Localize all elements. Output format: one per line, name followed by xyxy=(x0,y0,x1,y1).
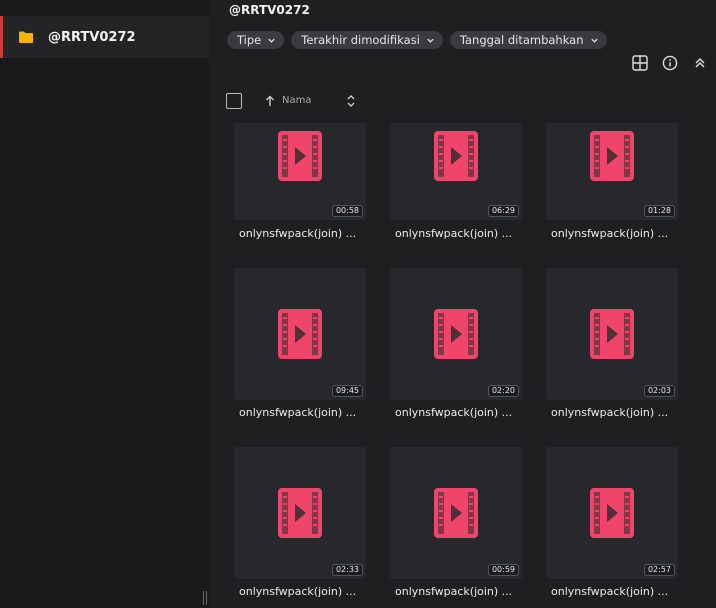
chevron-down-icon xyxy=(427,38,434,43)
video-file-icon xyxy=(434,488,478,538)
filter-modified[interactable]: Terakhir dimodifikasi xyxy=(291,31,443,49)
file-name[interactable]: onlynsfwpack(join) ... xyxy=(395,585,512,598)
file-thumbnail[interactable]: 01:28 xyxy=(546,123,678,220)
file-name[interactable]: onlynsfwpack(join) ... xyxy=(551,585,668,598)
filter-modified-label: Terakhir dimodifikasi xyxy=(301,33,420,47)
filter-date-added-label: Tanggal ditambahkan xyxy=(459,33,584,47)
file-card[interactable]: 00:58 onlynsfwpack(join) ... xyxy=(234,123,366,243)
video-duration-badge: 02:20 xyxy=(487,385,519,397)
filter-type[interactable]: Tipe xyxy=(227,31,285,49)
video-file-icon xyxy=(278,488,322,538)
file-card[interactable]: 06:29 onlynsfwpack(join) ... xyxy=(390,123,522,243)
main-panel: @RRTV0272 Tipe Terakhir dimodifikasi Tan… xyxy=(209,0,716,608)
video-duration-badge: 02:33 xyxy=(331,564,363,576)
video-duration-badge: 06:29 xyxy=(487,205,519,217)
file-name[interactable]: onlynsfwpack(join) ... xyxy=(395,406,512,419)
file-thumbnail[interactable]: 09:45 xyxy=(234,268,366,400)
filter-type-label: Tipe xyxy=(237,33,262,47)
file-name[interactable]: onlynsfwpack(join) ... xyxy=(395,227,512,240)
page-title: @RRTV0272 xyxy=(229,3,310,17)
file-name[interactable]: onlynsfwpack(join) ... xyxy=(239,585,356,598)
sidebar-item-folder[interactable]: @RRTV0272 xyxy=(0,16,209,58)
info-icon[interactable] xyxy=(660,54,680,72)
chevron-down-icon xyxy=(268,38,275,43)
view-toolbar xyxy=(630,54,710,72)
filter-bar: Tipe Terakhir dimodifikasi Tanggal ditam… xyxy=(227,31,607,49)
video-duration-badge: 02:57 xyxy=(643,564,675,576)
grid-view-icon[interactable] xyxy=(630,54,650,72)
sidebar: @RRTV0272 xyxy=(0,0,209,608)
video-duration-badge: 01:28 xyxy=(643,205,675,217)
video-duration-badge: 09:45 xyxy=(331,385,363,397)
file-thumbnail[interactable]: 00:58 xyxy=(234,123,366,220)
video-file-icon xyxy=(434,309,478,359)
list-header: Nama xyxy=(226,93,386,111)
arrow-up-icon[interactable] xyxy=(265,95,275,107)
video-file-icon xyxy=(278,131,322,181)
video-file-icon xyxy=(434,131,478,181)
file-card[interactable]: 02:20 onlynsfwpack(join) ... xyxy=(390,268,522,422)
video-file-icon xyxy=(278,309,322,359)
file-card[interactable]: 00:59 onlynsfwpack(join) ... xyxy=(390,447,522,601)
file-name[interactable]: onlynsfwpack(join) ... xyxy=(551,227,668,240)
file-thumbnail[interactable]: 02:20 xyxy=(390,268,522,400)
file-name[interactable]: onlynsfwpack(join) ... xyxy=(239,227,356,240)
file-thumbnail[interactable]: 02:57 xyxy=(546,447,678,579)
video-file-icon xyxy=(590,131,634,181)
chevron-down-icon xyxy=(590,38,598,43)
video-duration-badge: 00:58 xyxy=(331,205,363,217)
sidebar-item-label: @RRTV0272 xyxy=(48,29,136,45)
sort-toggle-icon[interactable] xyxy=(346,94,356,108)
video-file-icon xyxy=(590,488,634,538)
video-duration-badge: 02:03 xyxy=(643,385,675,397)
column-name-header[interactable]: Nama xyxy=(282,95,311,106)
file-thumbnail[interactable]: 06:29 xyxy=(390,123,522,220)
file-card[interactable]: 02:33 onlynsfwpack(join) ... xyxy=(234,447,366,601)
file-thumbnail[interactable]: 02:33 xyxy=(234,447,366,579)
filter-date-added[interactable]: Tanggal ditambahkan xyxy=(449,31,607,49)
video-file-icon xyxy=(590,309,634,359)
file-card[interactable]: 09:45 onlynsfwpack(join) ... xyxy=(234,268,366,422)
select-all-checkbox[interactable] xyxy=(226,93,242,109)
file-thumbnail[interactable]: 02:03 xyxy=(546,268,678,400)
folder-icon xyxy=(19,31,33,43)
file-card[interactable]: 02:57 onlynsfwpack(join) ... xyxy=(546,447,678,601)
file-name[interactable]: onlynsfwpack(join) ... xyxy=(551,406,668,419)
video-duration-badge: 00:59 xyxy=(487,564,519,576)
file-name[interactable]: onlynsfwpack(join) ... xyxy=(239,406,356,419)
file-card[interactable]: 02:03 onlynsfwpack(join) ... xyxy=(546,268,678,422)
collapse-icon[interactable] xyxy=(690,54,710,72)
file-thumbnail[interactable]: 00:59 xyxy=(390,447,522,579)
file-card[interactable]: 01:28 onlynsfwpack(join) ... xyxy=(546,123,678,243)
